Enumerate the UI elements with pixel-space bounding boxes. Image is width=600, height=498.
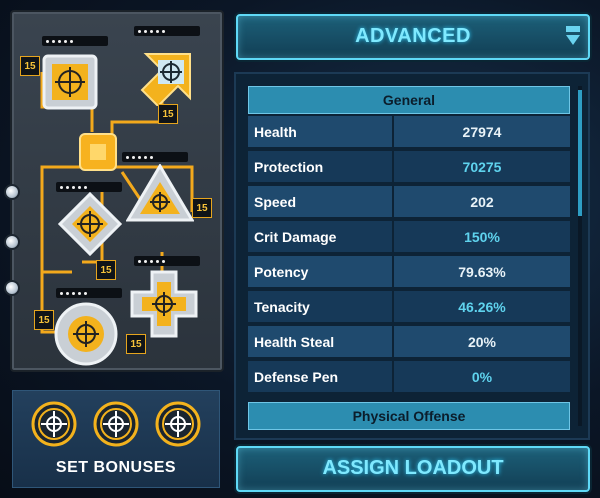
advanced-toggle-button[interactable]: ADVANCED <box>236 14 590 60</box>
cross-mod-icon <box>130 270 198 338</box>
mod-level-badge: 15 <box>20 56 40 76</box>
stat-name: Defense Pen <box>248 361 392 392</box>
stat-row-protection: Protection 70275 <box>248 149 570 184</box>
mod-circle[interactable] <box>54 302 118 366</box>
chevron-down-icon[interactable] <box>566 26 580 46</box>
mod-arrow[interactable] <box>140 44 202 108</box>
assign-loadout-label: ASSIGN LOADOUT <box>322 457 504 479</box>
stat-value: 46.26% <box>394 291 570 322</box>
stat-value: 27974 <box>394 116 570 147</box>
mod-rarity-dots <box>122 152 188 162</box>
stat-row-defense-pen: Defense Pen 0% <box>248 359 570 394</box>
stat-name: Tenacity <box>248 291 392 322</box>
stat-value: 150% <box>394 221 570 252</box>
set-bonuses-title: SET BONUSES <box>55 459 177 476</box>
mod-square[interactable] <box>40 52 100 112</box>
square-mod-icon <box>42 54 98 110</box>
stat-name: Health Steal <box>248 326 392 357</box>
circle-mod-icon <box>54 302 118 366</box>
stat-row-health: Health 27974 <box>248 114 570 149</box>
stat-row-health-steal: Health Steal 20% <box>248 324 570 359</box>
stat-name: Crit Damage <box>248 221 392 252</box>
stat-row-speed: Speed 202 <box>248 184 570 219</box>
stat-row-potency: Potency 79.63% <box>248 254 570 289</box>
stats-scrollbar[interactable] <box>578 86 582 426</box>
slot-indicator <box>4 280 20 296</box>
crosshair-icon[interactable] <box>93 401 139 447</box>
assign-loadout-button[interactable]: ASSIGN LOADOUT <box>236 446 590 492</box>
stat-name: Speed <box>248 186 392 217</box>
mod-rarity-dots <box>56 182 122 192</box>
mod-rarity-dots <box>56 288 122 298</box>
stat-row-crit-damage: Crit Damage 150% <box>248 219 570 254</box>
stat-value: 79.63% <box>394 256 570 287</box>
section-header-general: General <box>248 86 570 114</box>
stat-name: Protection <box>248 151 392 182</box>
stat-value: 70275 <box>394 151 570 182</box>
mod-rarity-dots <box>134 26 200 36</box>
mod-level-badge: 15 <box>96 260 116 280</box>
mod-level-badge: 15 <box>34 310 54 330</box>
stat-value: 20% <box>394 326 570 357</box>
set-bonuses-panel[interactable]: SET BONUSES <box>12 390 220 488</box>
slot-indicator <box>4 234 20 250</box>
stat-value: 0% <box>394 361 570 392</box>
mod-cross[interactable] <box>130 270 198 338</box>
crosshair-icon[interactable] <box>155 401 201 447</box>
mod-level-badge: 15 <box>158 104 178 124</box>
advanced-label: ADVANCED <box>355 25 471 47</box>
mod-rarity-dots <box>42 36 108 46</box>
diamond-mod-icon <box>57 191 123 257</box>
stats-panel[interactable]: General Health 27974 Protection 70275 Sp… <box>234 72 590 440</box>
stat-name: Potency <box>248 256 392 287</box>
scrollbar-thumb[interactable] <box>578 90 582 216</box>
triangle-mod-icon <box>125 163 195 222</box>
stat-value: 202 <box>394 186 570 217</box>
stats-list: General Health 27974 Protection 70275 Sp… <box>248 86 570 430</box>
slot-indicator <box>4 184 20 200</box>
mods-panel: 15 15 15 15 15 15 <box>4 10 224 372</box>
mod-diamond[interactable] <box>57 191 123 257</box>
mod-level-badge: 15 <box>126 334 146 354</box>
arrow-mod-icon <box>140 53 191 108</box>
mod-level-badge: 15 <box>192 198 212 218</box>
crosshair-icon[interactable] <box>31 401 77 447</box>
section-header-physical-offense: Physical Offense <box>248 402 570 430</box>
mod-rarity-dots <box>134 256 200 266</box>
stat-row-tenacity: Tenacity 46.26% <box>248 289 570 324</box>
stat-name: Health <box>248 116 392 147</box>
mod-triangle[interactable] <box>125 163 195 224</box>
